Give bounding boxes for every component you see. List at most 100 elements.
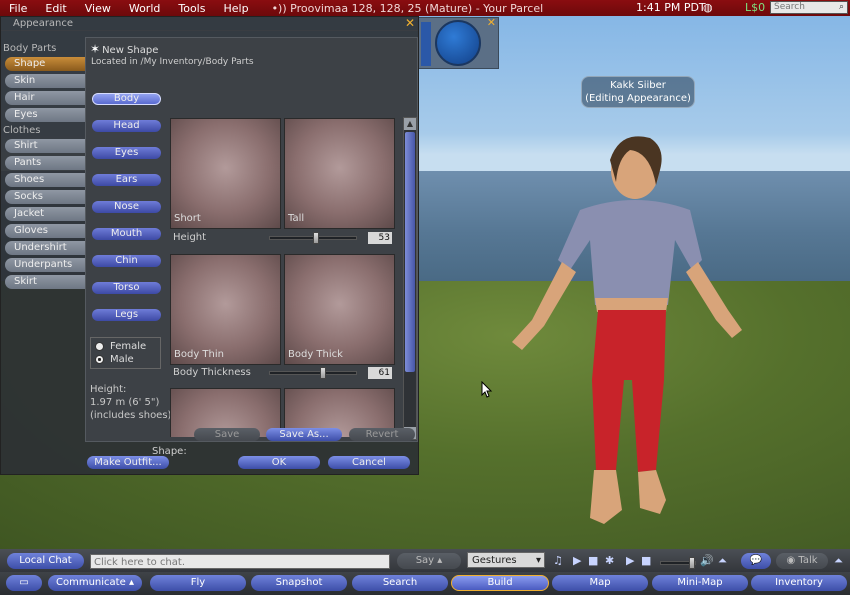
tab-skirt[interactable]: Skirt xyxy=(5,275,85,289)
map-button[interactable]: Map xyxy=(552,575,648,591)
slider-knob[interactable] xyxy=(689,557,695,569)
avatar-figure[interactable] xyxy=(470,130,760,530)
tab-shoes[interactable]: Shoes xyxy=(5,173,85,187)
music-icon[interactable]: ♫ xyxy=(553,553,563,569)
zoom-strip[interactable] xyxy=(421,22,431,66)
search-field[interactable]: Search ⌕ xyxy=(770,1,848,14)
play-icon[interactable]: ▶ xyxy=(573,553,581,569)
tab-undershirt[interactable]: Undershirt xyxy=(5,241,85,255)
communicate-button[interactable]: Communicate ▴ xyxy=(48,575,142,591)
tab-skin[interactable]: Skin xyxy=(5,74,85,88)
scroll-up-icon[interactable]: ▲ xyxy=(404,118,416,130)
thumb-label: Tall xyxy=(288,213,305,224)
play-icon[interactable]: ▶ xyxy=(626,553,634,569)
chat-input[interactable]: Click here to chat. xyxy=(90,554,390,569)
subpart-buttons: Body Head Eyes Ears Nose Mouth Chin Tors… xyxy=(92,93,162,336)
subpart-legs-button[interactable]: Legs xyxy=(92,309,161,321)
tab-jacket[interactable]: Jacket xyxy=(5,207,85,221)
balance[interactable]: L$0 xyxy=(745,1,765,14)
menu-view[interactable]: View xyxy=(76,2,120,15)
media-icon[interactable]: ✱ xyxy=(605,553,614,569)
tab-socks[interactable]: Socks xyxy=(5,190,85,204)
snapshot-button[interactable]: Snapshot xyxy=(251,575,347,591)
tab-pants[interactable]: Pants xyxy=(5,156,85,170)
subpart-torso-button[interactable]: Torso xyxy=(92,282,161,294)
chevron-up-icon[interactable]: ▴ xyxy=(437,555,442,566)
body-parts-header: Body Parts xyxy=(3,43,57,54)
cancel-button[interactable]: Cancel xyxy=(328,456,410,469)
search-icon[interactable]: ⌕ xyxy=(839,2,844,13)
param-thumb-body-thin[interactable]: Body Thin xyxy=(170,254,281,365)
thickness-slider[interactable] xyxy=(269,367,357,379)
subpart-ears-button[interactable]: Ears xyxy=(92,174,161,186)
tab-shirt[interactable]: Shirt xyxy=(5,139,85,153)
menu-edit[interactable]: Edit xyxy=(36,2,75,15)
tab-gloves[interactable]: Gloves xyxy=(5,224,85,238)
tab-shape[interactable]: Shape xyxy=(5,57,85,71)
chevron-up-icon[interactable]: ▴ xyxy=(129,577,134,588)
subpart-head-button[interactable]: Head xyxy=(92,120,161,132)
scroll-thumb[interactable] xyxy=(405,132,415,372)
param-thumb-short[interactable]: Short xyxy=(170,118,281,229)
chevron-up-icon[interactable]: ⏶ xyxy=(718,553,727,569)
make-outfit-button[interactable]: Make Outfit... xyxy=(87,456,169,469)
speaker-icon[interactable]: 🔊 xyxy=(700,553,714,569)
orbit-control[interactable] xyxy=(435,20,481,66)
camera-controls[interactable]: ✕ xyxy=(418,16,499,69)
param-thumb-tall[interactable]: Tall xyxy=(284,118,395,229)
location-label[interactable]: •)) Proovimaa 128, 128, 25 (Mature) - Yo… xyxy=(272,2,544,15)
tab-eyes[interactable]: Eyes xyxy=(5,108,85,122)
radio-male[interactable] xyxy=(95,355,104,364)
subpart-eyes-button[interactable]: Eyes xyxy=(92,147,161,159)
save-button[interactable]: Save xyxy=(194,428,260,441)
height-value[interactable]: 53 xyxy=(368,232,392,244)
speak-button[interactable]: 💬 xyxy=(741,553,771,569)
save-as-button[interactable]: Save As... xyxy=(266,428,342,441)
appearance-title: Appearance xyxy=(1,17,418,31)
menu-help[interactable]: Help xyxy=(214,2,257,15)
build-button[interactable]: Build xyxy=(451,575,549,591)
subpart-nose-button[interactable]: Nose xyxy=(92,201,161,213)
radio-female[interactable] xyxy=(95,342,104,351)
height-slider[interactable] xyxy=(269,232,357,244)
appearance-window: Appearance ✕ Body Parts Shape Skin Hair … xyxy=(0,16,419,475)
subpart-mouth-button[interactable]: Mouth xyxy=(92,228,161,240)
search-button[interactable]: Search xyxy=(352,575,448,591)
close-icon[interactable]: ✕ xyxy=(487,16,496,29)
fly-button[interactable]: Fly xyxy=(150,575,246,591)
mic-icon: ◉ xyxy=(786,555,796,566)
thickness-value[interactable]: 61 xyxy=(368,367,392,379)
globe-icon[interactable]: ◍ xyxy=(703,1,713,14)
local-chat-button[interactable]: Local Chat xyxy=(7,553,84,569)
param-grid: Short Tall Height 53 Body Thin Body Thic… xyxy=(170,118,400,437)
inventory-button[interactable]: Inventory xyxy=(751,575,847,591)
slider-knob[interactable] xyxy=(320,367,326,379)
tab-underpants[interactable]: Underpants xyxy=(5,258,85,272)
stop-icon[interactable]: ■ xyxy=(641,553,651,569)
mouse-cursor-icon xyxy=(481,381,493,398)
menu-world[interactable]: World xyxy=(120,2,170,15)
talk-label: Talk xyxy=(798,555,818,566)
revert-button[interactable]: Revert xyxy=(349,428,415,441)
menu-tools[interactable]: Tools xyxy=(169,2,214,15)
gestures-combo[interactable]: Gestures ▾ xyxy=(467,552,545,568)
stop-icon[interactable]: ■ xyxy=(588,553,598,569)
sex-male-option[interactable]: Male xyxy=(95,353,156,366)
sex-female-option[interactable]: Female xyxy=(95,340,156,353)
ok-button[interactable]: OK xyxy=(238,456,320,469)
tab-hair[interactable]: Hair xyxy=(5,91,85,105)
chevron-down-icon[interactable]: ▾ xyxy=(536,553,541,569)
talk-button[interactable]: ◉ Talk xyxy=(776,553,828,569)
slider-knob[interactable] xyxy=(313,232,319,244)
subpart-body-button[interactable]: Body xyxy=(92,93,161,105)
volume-slider[interactable] xyxy=(660,557,696,569)
chevron-up-icon[interactable]: ⏶ xyxy=(834,553,843,569)
param-thumb-body-thick[interactable]: Body Thick xyxy=(284,254,395,365)
chat-history-button[interactable]: ▭ xyxy=(6,575,42,591)
say-button[interactable]: Say ▴ xyxy=(397,553,461,569)
subpart-chin-button[interactable]: Chin xyxy=(92,255,161,267)
param-scrollbar[interactable]: ▲ ▼ xyxy=(403,117,417,440)
close-icon[interactable]: ✕ xyxy=(405,16,415,30)
mini-map-button[interactable]: Mini-Map xyxy=(652,575,748,591)
menu-file[interactable]: File xyxy=(0,2,36,15)
